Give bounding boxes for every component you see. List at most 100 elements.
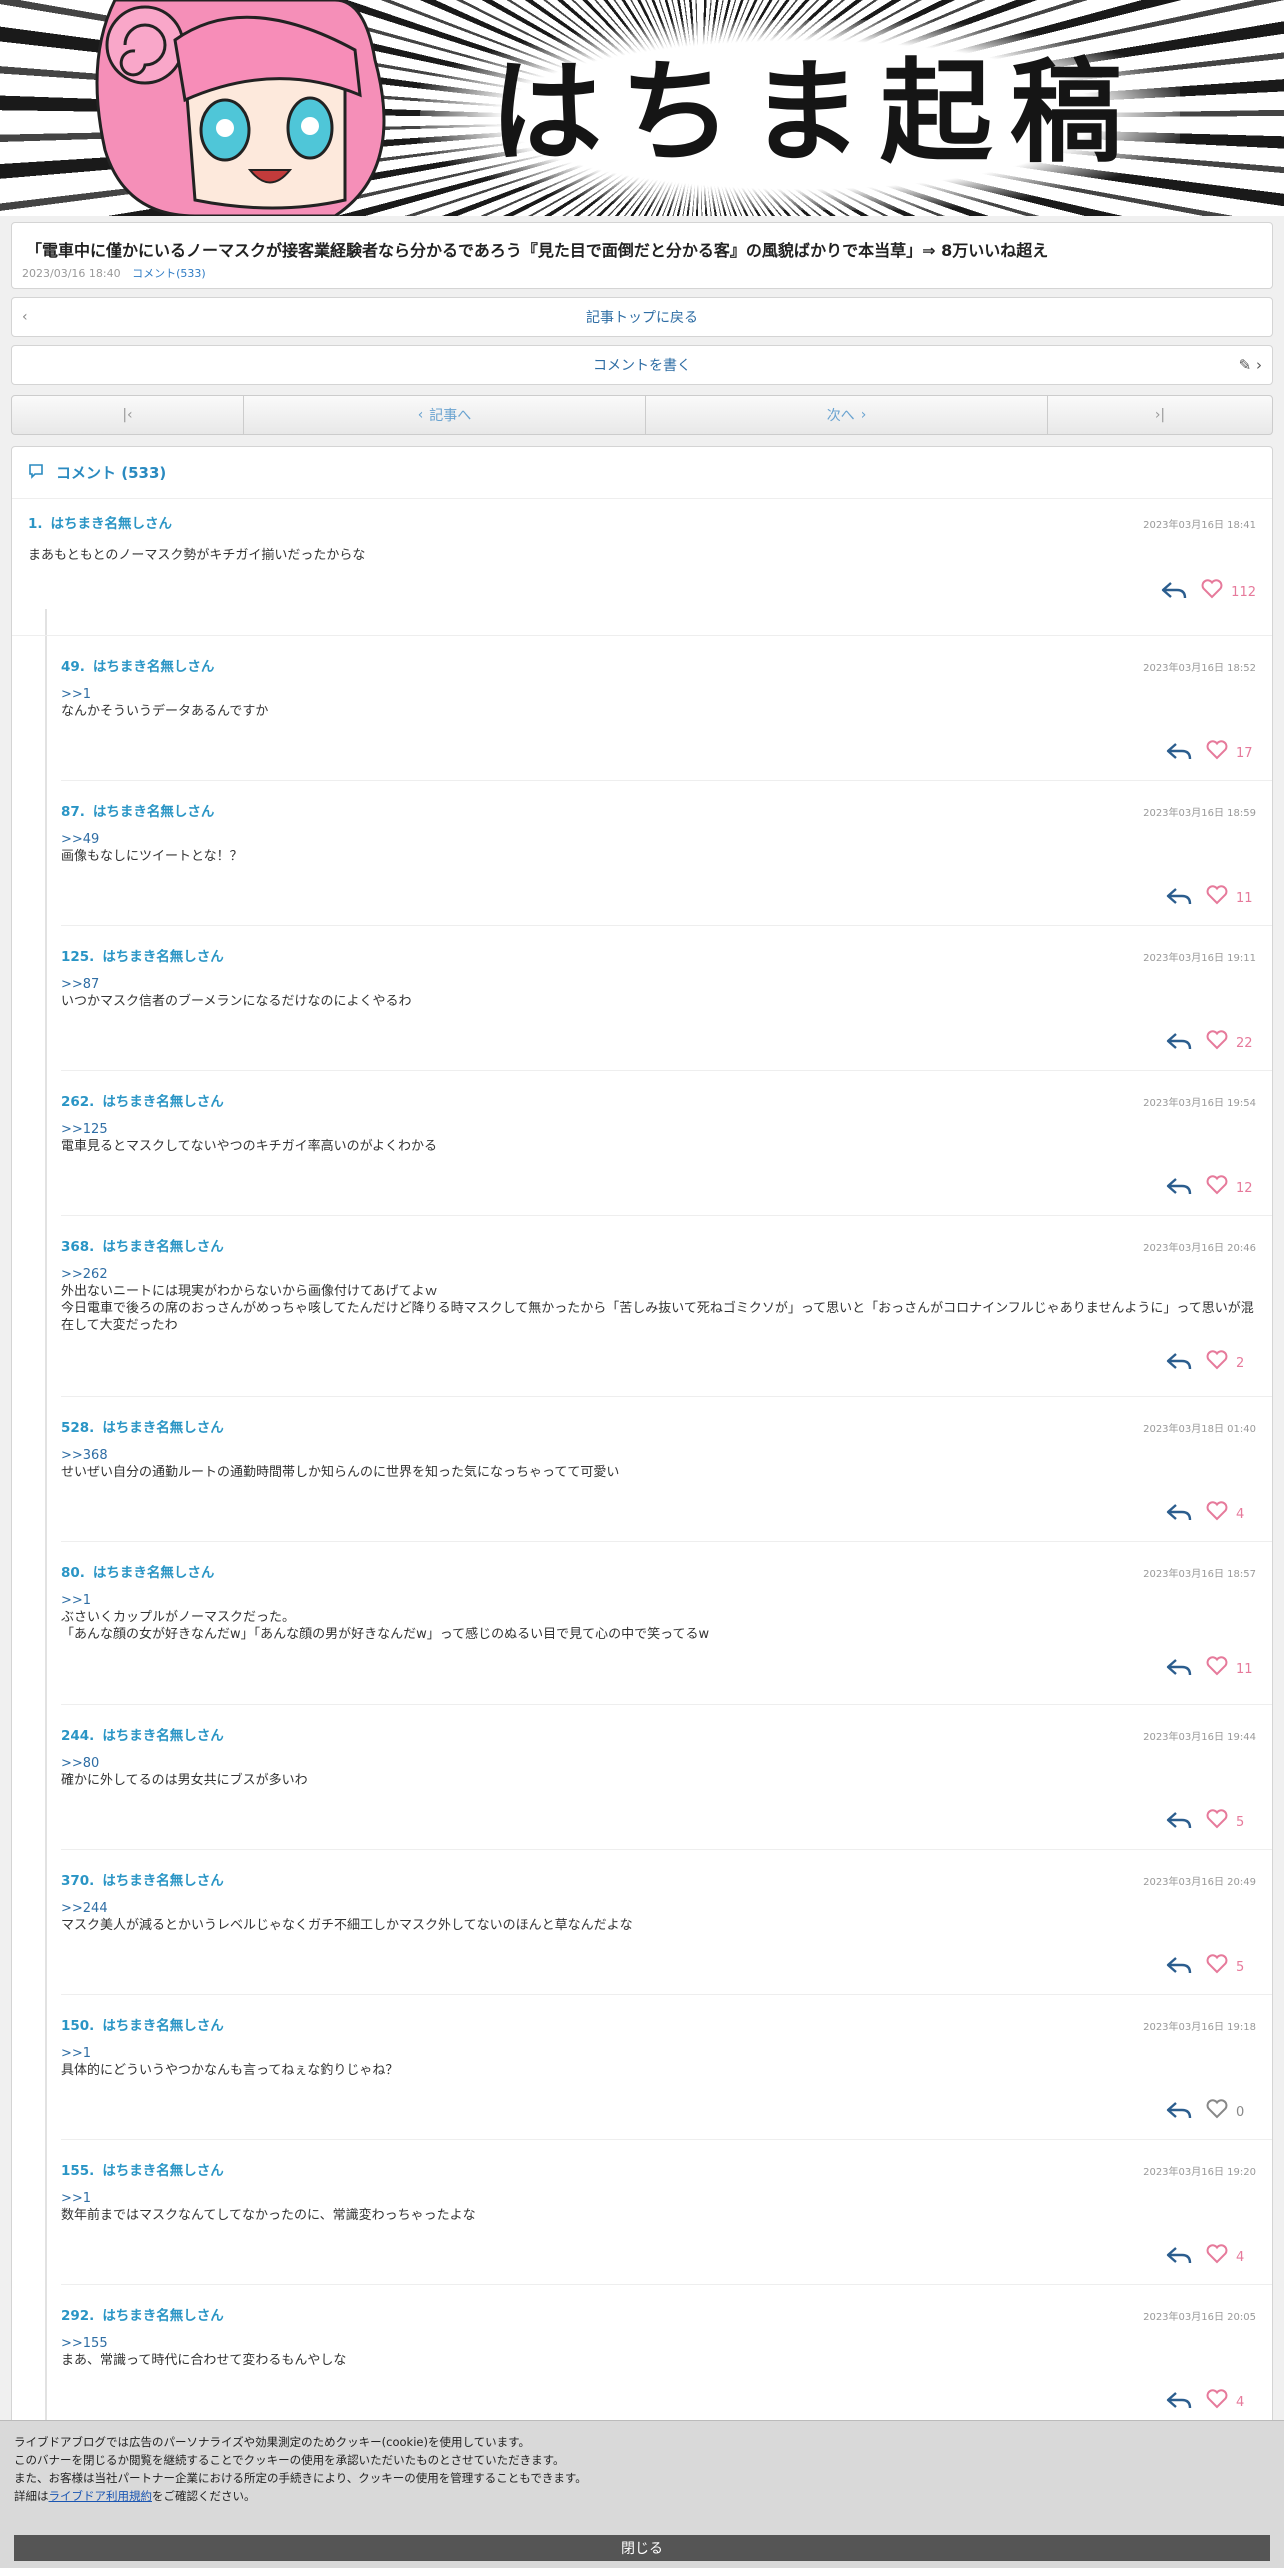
comment-divider bbox=[61, 2284, 1272, 2285]
comment-actions: 11 bbox=[1166, 1656, 1256, 1682]
reply-anchor-link[interactable]: >>1 bbox=[61, 1592, 1256, 1609]
heart-icon[interactable] bbox=[1206, 2389, 1228, 2415]
comment-number[interactable]: 155. bbox=[61, 2163, 94, 2179]
reply-anchor-link[interactable]: >>1 bbox=[61, 686, 1256, 703]
comment-number[interactable]: 1. bbox=[28, 516, 43, 532]
write-comment-button[interactable]: コメントを書く ✎ › bbox=[11, 345, 1273, 385]
comment-item: 87. はちまき名無しさん 2023年03月16日 18:59 >>49 画像もなしにツ… bbox=[61, 800, 1256, 915]
comment-author[interactable]: 1. はちまき名無しさん bbox=[28, 512, 172, 532]
comment-author-name: はちまき名無しさん bbox=[92, 804, 215, 820]
comment-number[interactable]: 370. bbox=[61, 1873, 94, 1889]
reply-anchor-link[interactable]: >>368 bbox=[61, 1447, 1256, 1464]
reply-arrow-icon[interactable] bbox=[1166, 1810, 1192, 1835]
comment-author[interactable]: 155. はちまき名無しさん bbox=[61, 2159, 224, 2179]
comment-timestamp: 2023年03月16日 19:11 bbox=[1143, 953, 1256, 964]
heart-icon[interactable] bbox=[1206, 2099, 1228, 2125]
terms-link[interactable]: ライブドア利用規約 bbox=[49, 2489, 153, 2503]
comment-author[interactable]: 370. はちまき名無しさん bbox=[61, 1869, 224, 1889]
comment-timestamp: 2023年03月16日 20:49 bbox=[1143, 1877, 1256, 1888]
comment-timestamp: 2023年03月16日 19:20 bbox=[1143, 2167, 1256, 2178]
site-banner[interactable]: はちま起稿 bbox=[0, 0, 1284, 216]
comment-author-name: はちまき名無しさん bbox=[102, 1420, 224, 1436]
comment-number[interactable]: 244. bbox=[61, 1728, 94, 1744]
comment-author-name: はちまき名無しさん bbox=[92, 1565, 215, 1581]
comment-number[interactable]: 49. bbox=[61, 659, 85, 675]
comment-actions: 22 bbox=[1166, 1030, 1256, 1056]
heart-icon[interactable] bbox=[1206, 1175, 1228, 1201]
reply-anchor-link[interactable]: >>1 bbox=[61, 2045, 1256, 2062]
heart-icon[interactable] bbox=[1201, 579, 1223, 605]
reply-arrow-icon[interactable] bbox=[1166, 1657, 1192, 1682]
comment-item: 262. はちまき名無しさん 2023年03月16日 19:54 >>125 電車見ると… bbox=[61, 1090, 1256, 1205]
comment-author[interactable]: 528. はちまき名無しさん bbox=[61, 1416, 224, 1436]
mascot-illustration bbox=[95, 0, 386, 216]
comment-author[interactable]: 292. はちまき名無しさん bbox=[61, 2304, 224, 2324]
reply-anchor-link[interactable]: >>244 bbox=[61, 1900, 1256, 1917]
next-article-button[interactable]: 次へ › bbox=[646, 396, 1048, 434]
reply-arrow-icon[interactable] bbox=[1161, 580, 1187, 605]
comment-number[interactable]: 528. bbox=[61, 1420, 94, 1436]
comment-author[interactable]: 80. はちまき名無しさん bbox=[61, 1561, 214, 1581]
reply-arrow-icon[interactable] bbox=[1166, 2100, 1192, 2125]
comment-author[interactable]: 87. はちまき名無しさん bbox=[61, 800, 214, 820]
comment-number[interactable]: 368. bbox=[61, 1239, 94, 1255]
heart-icon[interactable] bbox=[1206, 2244, 1228, 2270]
heart-icon[interactable] bbox=[1206, 1656, 1228, 1682]
comment-body: >>125 電車見るとマスクしてないやつのキチガイ率高いのがよくわかる bbox=[61, 1121, 1256, 1155]
comment-count-link[interactable]: コメント(533) bbox=[132, 267, 206, 280]
heart-icon[interactable] bbox=[1206, 1809, 1228, 1835]
reply-arrow-icon[interactable] bbox=[1166, 1502, 1192, 1527]
comment-timestamp: 2023年03月16日 18:57 bbox=[1143, 1569, 1256, 1580]
reply-anchor-link[interactable]: >>49 bbox=[61, 831, 1256, 848]
comment-author[interactable]: 262. はちまき名無しさん bbox=[61, 1090, 224, 1110]
reply-anchor-link[interactable]: >>80 bbox=[61, 1755, 1256, 1772]
reply-anchor-link[interactable]: >>87 bbox=[61, 976, 1256, 993]
cookie-close-button[interactable]: 閉じる bbox=[14, 2535, 1270, 2561]
comment-author[interactable]: 150. はちまき名無しさん bbox=[61, 2014, 224, 2034]
heart-icon[interactable] bbox=[1206, 740, 1228, 766]
comment-author[interactable]: 244. はちまき名無しさん bbox=[61, 1724, 224, 1744]
comment-author[interactable]: 49. はちまき名無しさん bbox=[61, 655, 214, 675]
comment-author[interactable]: 125. はちまき名無しさん bbox=[61, 945, 224, 965]
reply-arrow-icon[interactable] bbox=[1166, 741, 1192, 766]
like-count: 12 bbox=[1236, 1180, 1253, 1196]
heart-icon[interactable] bbox=[1206, 885, 1228, 911]
reply-anchor-link[interactable]: >>262 bbox=[61, 1266, 1256, 1283]
comment-number[interactable]: 262. bbox=[61, 1094, 94, 1110]
like-count: 2 bbox=[1236, 1355, 1245, 1371]
back-to-top-button[interactable]: ‹ 記事トップに戻る bbox=[11, 297, 1273, 337]
reply-anchor-link[interactable]: >>155 bbox=[61, 2335, 1256, 2352]
like-count: 17 bbox=[1236, 745, 1253, 761]
comment-author[interactable]: 368. はちまき名無しさん bbox=[61, 1235, 224, 1255]
comment-actions: 4 bbox=[1166, 2389, 1256, 2415]
comment-divider bbox=[61, 1396, 1272, 1397]
comment-number[interactable]: 150. bbox=[61, 2018, 94, 2034]
comment-body: >>1 ぶさいくカップルがノーマスクだった。 「あんな顔の女が好きなんだw」「あん… bbox=[61, 1592, 1256, 1643]
comment-text: まあ、常識って時代に合わせて変わるもんやしな bbox=[61, 2353, 347, 2368]
reply-arrow-icon[interactable] bbox=[1166, 2245, 1192, 2270]
cookie-text-4-pre: 詳細は bbox=[14, 2489, 49, 2503]
reply-arrow-icon[interactable] bbox=[1166, 2390, 1192, 2415]
comment-number[interactable]: 292. bbox=[61, 2308, 94, 2324]
comment-timestamp: 2023年03月16日 19:44 bbox=[1143, 1732, 1256, 1743]
reply-arrow-icon[interactable] bbox=[1166, 886, 1192, 911]
comment-author-name: はちまき名無しさん bbox=[50, 516, 173, 532]
reply-anchor-link[interactable]: >>1 bbox=[61, 2190, 1256, 2207]
reply-arrow-icon[interactable] bbox=[1166, 1176, 1192, 1201]
last-page-button[interactable]: ›| bbox=[1048, 396, 1272, 434]
reply-arrow-icon[interactable] bbox=[1166, 1031, 1192, 1056]
heart-icon[interactable] bbox=[1206, 1350, 1228, 1376]
first-page-button[interactable]: |‹ bbox=[12, 396, 244, 434]
heart-icon[interactable] bbox=[1206, 1030, 1228, 1056]
heart-icon[interactable] bbox=[1206, 1501, 1228, 1527]
heart-icon[interactable] bbox=[1206, 1954, 1228, 1980]
comment-number[interactable]: 87. bbox=[61, 804, 85, 820]
comment-number[interactable]: 125. bbox=[61, 949, 94, 965]
reply-arrow-icon[interactable] bbox=[1166, 1351, 1192, 1376]
reply-arrow-icon[interactable] bbox=[1166, 1955, 1192, 1980]
article-title[interactable]: 「電車中に僅かにいるノーマスクが接客業経験者なら分かるであろう『見た目で面倒だと… bbox=[26, 237, 1048, 261]
comment-number[interactable]: 80. bbox=[61, 1565, 85, 1581]
prev-article-button[interactable]: ‹ 記事へ bbox=[244, 396, 646, 434]
reply-anchor-link[interactable]: >>125 bbox=[61, 1121, 1256, 1138]
comment-author-name: はちまき名無しさん bbox=[102, 1873, 224, 1889]
